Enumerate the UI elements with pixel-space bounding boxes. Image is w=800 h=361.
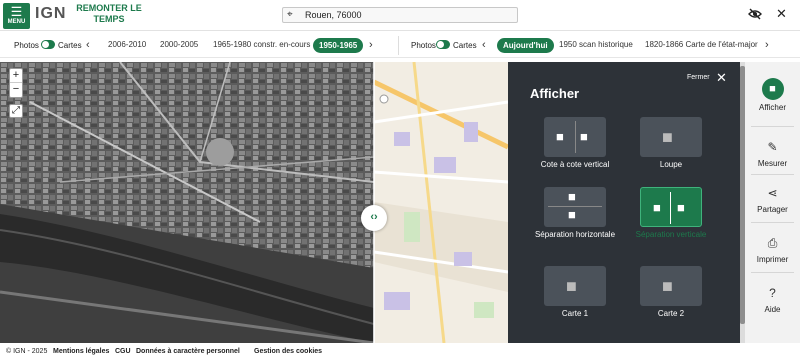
option-label-vertical-split: Séparation verticale [635, 230, 707, 239]
side-by-side-icon: ■ ■ [544, 117, 606, 157]
option-vertical-split-active[interactable]: ■ ■ Séparation verticale [621, 187, 721, 240]
rail-partager[interactable]: ⋖ Partager [745, 184, 800, 214]
right-period-1[interactable]: 1950 scan historique [559, 40, 633, 49]
left-next-chevron-icon[interactable]: › [369, 39, 373, 51]
footer: © IGN - 2025 Mentions légales CGU Donnée… [0, 343, 800, 361]
right-cartes-label: Cartes [453, 41, 477, 50]
map2-icon: ■ [640, 266, 702, 306]
left-period-2[interactable]: 1965-1980 constr. en-cours [213, 40, 310, 49]
panel-close-icon[interactable]: ✕ [716, 70, 727, 86]
right-prev-chevron-icon[interactable]: ‹ [482, 39, 486, 51]
option-label-horizontal-split: Séparation horizontale [534, 230, 616, 239]
map-area[interactable]: + − ⤢ ‹› Fermer ✕ Afficher ■ ■ Cote à cot… [0, 62, 800, 343]
left-prev-chevron-icon[interactable]: ‹ [86, 39, 90, 51]
option-label-carte-2: Carte 2 [657, 309, 685, 318]
rail-aide[interactable]: ? Aide [745, 284, 800, 314]
zoom-in-button[interactable]: + [10, 69, 22, 83]
split-divider[interactable] [373, 62, 375, 343]
right-period-2[interactable]: 1820-1866 Carte de l'état-major [645, 40, 758, 49]
footer-cookies-link[interactable]: Gestion des cookies [254, 348, 322, 355]
footer-cgu-link[interactable]: CGU [115, 348, 131, 355]
right-photos-label: Photos [411, 41, 436, 50]
aerial-photo-1950[interactable] [0, 62, 374, 343]
option-loupe[interactable]: ■ Loupe [621, 117, 721, 170]
rail-label-partager: Partager [757, 205, 788, 214]
top-bar: ☰ MENU IGN REMONTER LE TEMPS ⌖ Rouen, 76… [0, 0, 800, 31]
footer-personal-data-link[interactable]: Données à caractère personnel [136, 348, 240, 355]
right-next-chevron-icon[interactable]: › [765, 39, 769, 51]
ign-logo[interactable]: IGN [35, 5, 66, 23]
right-toggle-switch[interactable] [436, 40, 450, 49]
panel-title: Afficher [530, 86, 580, 101]
left-period-1[interactable]: 2000-2005 [160, 40, 198, 49]
rail-afficher[interactable]: ■ Afficher [745, 78, 800, 112]
option-side-by-side[interactable]: ■ ■ Cote à cote vertical [525, 117, 625, 170]
footer-legal-link[interactable]: Mentions légales [53, 348, 109, 355]
share-icon: ⋖ [767, 186, 778, 200]
option-label-loupe: Loupe [659, 160, 683, 169]
vertical-split-icon: ■ ■ [640, 187, 702, 227]
rail-mesurer[interactable]: ✎ Mesurer [745, 138, 800, 168]
timeline-bar: Photos Cartes ‹ 2006-2010 2000-2005 1965… [0, 33, 800, 58]
menu-button[interactable]: ☰ MENU [3, 3, 30, 29]
rail-label-imprimer: Imprimer [756, 255, 789, 264]
split-handle-button[interactable]: ‹› [361, 205, 387, 231]
search-input[interactable]: ⌖ Rouen, 76000 [282, 7, 518, 23]
afficher-panel: Fermer ✕ Afficher ■ ■ Cote à cote vertica… [508, 62, 740, 343]
zoom-control: + − [9, 68, 23, 98]
menu-label: MENU [7, 19, 26, 25]
street-map-today[interactable] [374, 62, 508, 343]
left-toggle-switch[interactable] [41, 40, 55, 49]
right-period-active[interactable]: Aujourd'hui [497, 38, 554, 53]
left-cartes-label: Cartes [58, 41, 82, 50]
map1-icon: ■ [544, 266, 606, 306]
fullscreen-icon[interactable]: ⤢ [9, 104, 23, 118]
timeline-separator [398, 36, 399, 55]
hamburger-icon: ☰ [10, 4, 23, 19]
rail-divider [751, 272, 794, 273]
left-period-active[interactable]: 1950-1965 [313, 38, 364, 53]
option-carte-2[interactable]: ■ Carte 2 [621, 266, 721, 319]
afficher-icon: ■ [761, 78, 784, 100]
right-toolbar: ■ Afficher ✎ Mesurer ⋖ Partager ⎙ Imprim… [745, 62, 800, 343]
printer-icon: ⎙ [767, 236, 778, 250]
search-value: Rouen, 76000 [305, 10, 362, 20]
zoom-out-button[interactable]: − [10, 83, 22, 97]
locate-icon[interactable]: ⌖ [287, 9, 293, 20]
rail-label-mesurer: Mesurer [757, 159, 788, 168]
rail-divider [751, 126, 794, 127]
hide-eye-icon[interactable] [748, 8, 762, 23]
horizontal-split-icon: ■ ■ [544, 187, 606, 227]
rail-label-aide: Aide [764, 305, 781, 314]
rail-imprimer[interactable]: ⎙ Imprimer [745, 234, 800, 264]
close-icon[interactable]: ✕ [776, 6, 787, 22]
help-icon: ? [769, 286, 776, 300]
option-label-side-by-side: Cote à cote vertical [540, 160, 610, 169]
footer-copyright: © IGN - 2025 [6, 348, 48, 355]
app-title: REMONTER LE TEMPS [76, 3, 142, 24]
rail-divider [751, 174, 794, 175]
rail-label-afficher: Afficher [759, 103, 786, 112]
left-photos-label: Photos [14, 41, 39, 50]
magnifier-icon: ■ [640, 117, 702, 157]
option-carte-1[interactable]: ■ Carte 1 [525, 266, 625, 319]
ruler-icon: ✎ [767, 140, 778, 154]
rail-divider [751, 222, 794, 223]
option-horizontal-split[interactable]: ■ ■ Séparation horizontale [525, 187, 625, 240]
fermer-label[interactable]: Fermer [687, 74, 710, 81]
left-period-0[interactable]: 2006-2010 [108, 40, 146, 49]
option-label-carte-1: Carte 1 [561, 309, 589, 318]
